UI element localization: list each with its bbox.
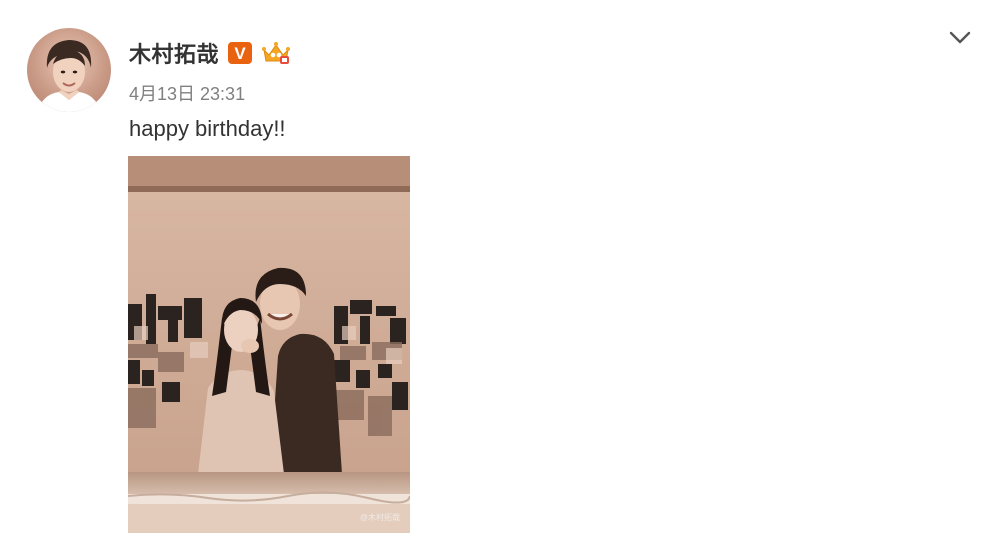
- weibo-post: 木村拓哉 V 4月13日 23:31 happy birthday!! @木村拓…: [0, 0, 1000, 550]
- author-name[interactable]: 木村拓哉: [129, 37, 219, 69]
- author-row: 木村拓哉 V: [129, 38, 291, 68]
- photo-image: [128, 156, 410, 533]
- verified-v-letter: V: [234, 43, 246, 63]
- verified-v-icon[interactable]: V: [228, 42, 253, 64]
- truncated-next-line: [128, 544, 388, 550]
- post-text: happy birthday!!: [129, 116, 286, 141]
- post-timestamp[interactable]: 4月13日 23:31: [129, 80, 245, 106]
- avatar[interactable]: [27, 28, 111, 112]
- post-photo[interactable]: @木村拓哉: [128, 156, 410, 533]
- avatar-portrait: [37, 40, 101, 112]
- chevron-down-icon[interactable]: [948, 28, 972, 48]
- crown-icon[interactable]: [261, 40, 291, 66]
- photo-watermark: @木村拓哉: [359, 513, 400, 522]
